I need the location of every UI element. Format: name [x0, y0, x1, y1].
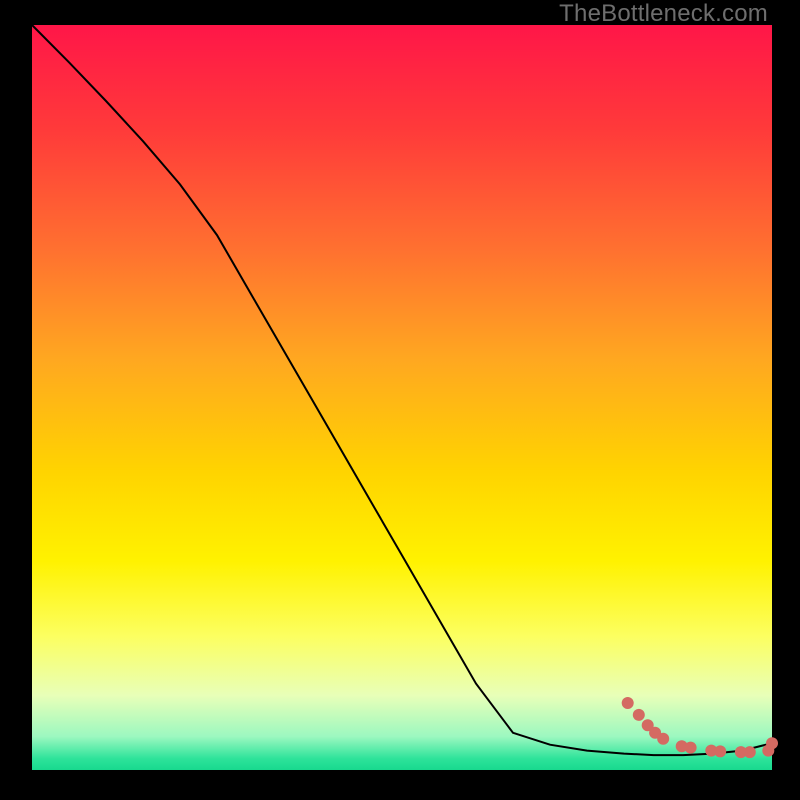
- scatter-dot: [685, 742, 697, 754]
- scatter-dot: [622, 697, 634, 709]
- watermark-text: TheBottleneck.com: [559, 0, 768, 28]
- bottleneck-chart: [0, 0, 800, 800]
- plot-background: [32, 25, 772, 770]
- scatter-dot: [633, 709, 645, 721]
- chart-frame: TheBottleneck.com: [0, 0, 800, 800]
- scatter-dot: [657, 733, 669, 745]
- scatter-dot: [744, 746, 756, 758]
- scatter-dot: [766, 737, 778, 749]
- scatter-dot: [714, 745, 726, 757]
